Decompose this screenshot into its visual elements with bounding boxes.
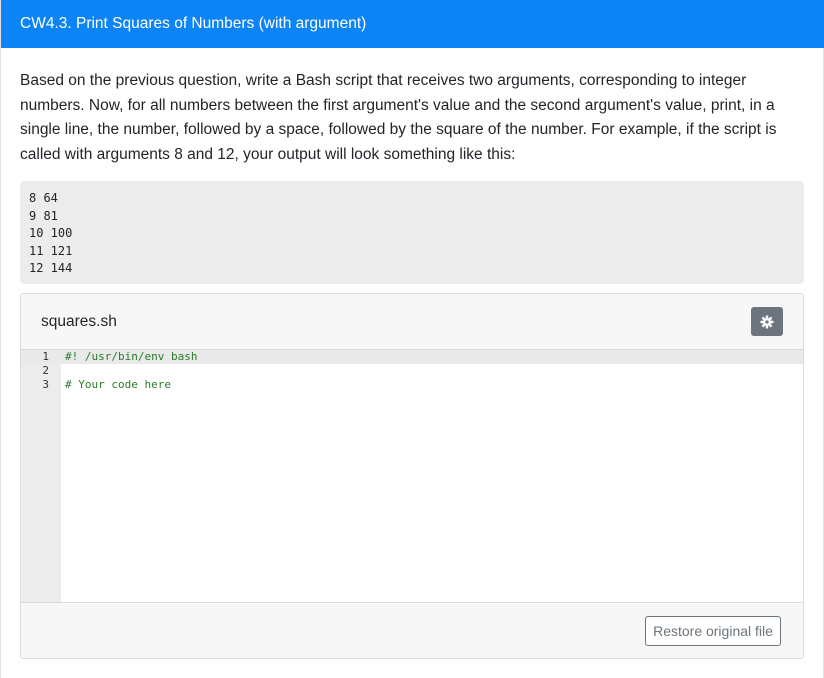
code-editor-card: squares.sh 1 2 3 #! /usr/bin/env bash # … [20, 293, 804, 659]
output-line: 12 144 [29, 261, 73, 275]
output-line: 9 81 [29, 208, 58, 223]
line-number: 3 [42, 378, 49, 391]
exercise-title: CW4.3. Print Squares of Numbers (with ar… [20, 15, 367, 32]
exercise-page: CW4.3. Print Squares of Numbers (with ar… [0, 0, 824, 678]
file-name: squares.sh [41, 313, 117, 330]
restore-original-file-button[interactable]: Restore original file [645, 616, 781, 646]
gear-icon [760, 315, 774, 328]
output-line: 8 64 [29, 191, 58, 205]
code-line[interactable]: # Your code here [65, 378, 171, 392]
editor-settings-button[interactable] [751, 307, 783, 336]
line-number: 1 [42, 350, 49, 363]
editor-footer: Restore original file [21, 603, 803, 658]
output-line: 11 121 [29, 243, 73, 258]
example-output-block: 8 64 9 81 10 100 11 121 12 144 [20, 181, 804, 284]
code-line[interactable]: #! /usr/bin/env bash [65, 350, 197, 364]
line-number: 2 [42, 364, 49, 377]
code-editor[interactable]: 1 2 3 #! /usr/bin/env bash # Your code h… [21, 350, 803, 603]
exercise-header: CW4.3. Print Squares of Numbers (with ar… [1, 0, 824, 48]
exercise-description: Based on the previous question, write a … [20, 72, 777, 163]
editor-header: squares.sh [21, 294, 803, 350]
output-line: 10 100 [29, 226, 73, 240]
